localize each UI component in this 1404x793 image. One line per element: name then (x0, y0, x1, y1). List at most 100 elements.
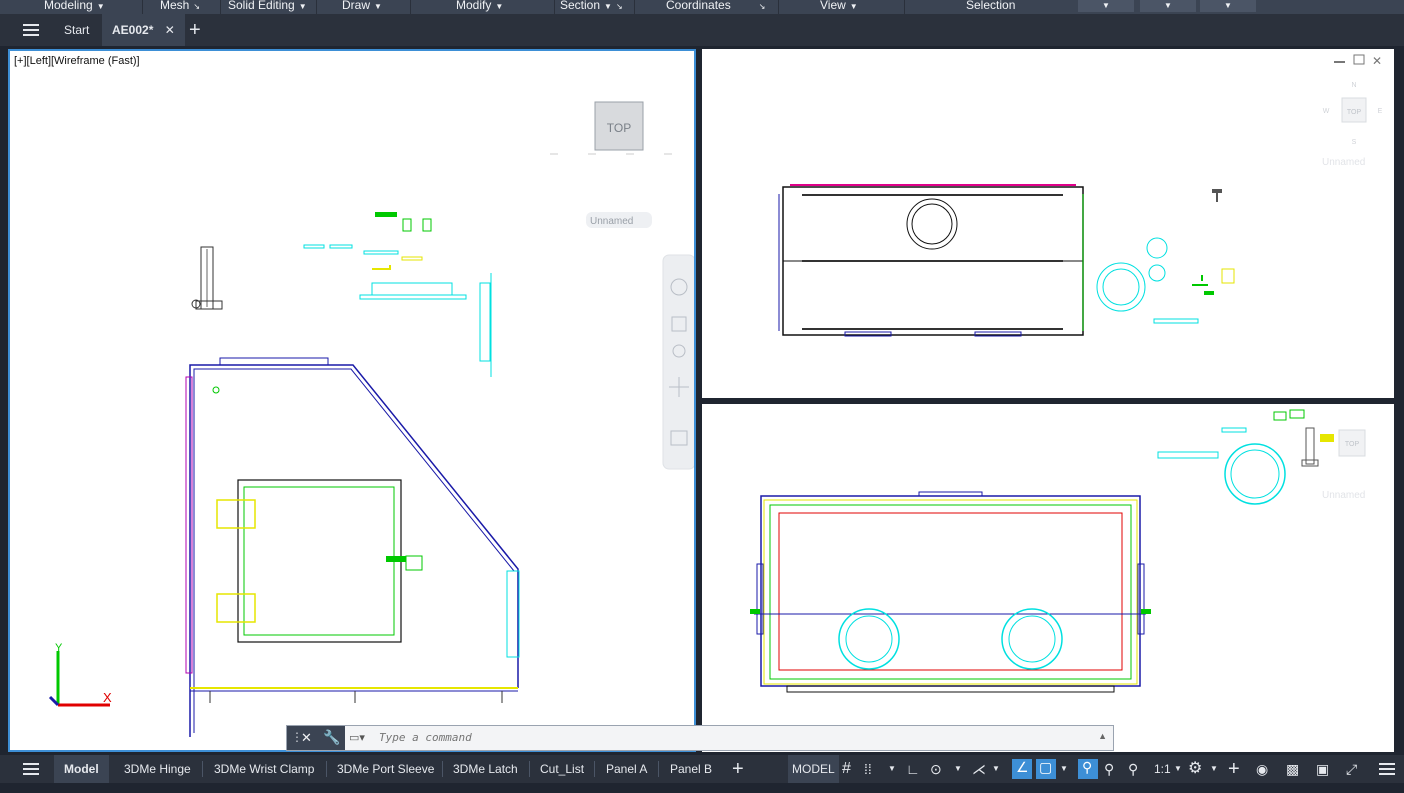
ribbon-label: View (820, 0, 846, 12)
customization-menu-icon[interactable] (1378, 755, 1396, 783)
annotation-visibility-icon[interactable]: ⚲ (1078, 759, 1098, 779)
divider (594, 761, 595, 777)
viewport-left[interactable]: [+][Left][Wireframe (Fast)] TOP Unnamed (8, 49, 696, 752)
ribbon-coordinates[interactable]: Coordinates ↘ (666, 0, 765, 14)
command-line: ⋮ ✕ 🔧 ▭▾ ▲ (286, 725, 1114, 751)
ribbon-mesh[interactable]: Mesh ↘ (160, 0, 200, 14)
menu-icon[interactable] (22, 14, 40, 46)
layout-tab[interactable]: 3DMe Latch (453, 755, 518, 783)
isolate-objects-icon[interactable]: ◉ (1256, 755, 1268, 783)
snap-icon[interactable]: ⁞⁞ (864, 755, 872, 783)
caret-down-icon: ▼ (96, 2, 105, 11)
viewcube-face-label: TOP (1347, 109, 1362, 116)
ribbon-modeling[interactable]: Modeling ▼ (44, 0, 105, 14)
caret-down-icon[interactable]: ▼ (992, 755, 1000, 783)
add-layout-icon[interactable]: + (732, 755, 744, 783)
ribbon-panel-bar: Modeling ▼ Mesh ↘ Solid Editing ▼ Draw ▼ Mod… (0, 0, 1404, 14)
ribbon-label: Mesh (160, 0, 190, 12)
divider (316, 0, 317, 14)
annotation-scale-icon[interactable]: ⚲ (1128, 755, 1138, 783)
viewcube[interactable]: TOP (594, 101, 644, 151)
layout-menu-icon[interactable] (22, 755, 40, 783)
close-icon[interactable]: ✕ (1372, 54, 1382, 68)
polar-icon[interactable]: ⊙ (930, 755, 942, 783)
fullscreen-icon[interactable]: ⤢ (1346, 755, 1357, 783)
ribbon-selection[interactable]: Selection (966, 0, 1015, 14)
grid-icon[interactable]: # (842, 755, 851, 783)
minimize-icon[interactable] (1334, 61, 1345, 63)
close-icon[interactable]: ✕ (165, 23, 175, 37)
ribbon-dropdown-2[interactable]: ▼ (1140, 0, 1196, 12)
wrench-icon[interactable]: 🔧 (323, 729, 340, 746)
caret-down-icon[interactable]: ▼ (1174, 755, 1182, 783)
annotation-scale-value[interactable]: 1:1 (1154, 755, 1171, 783)
plus-icon[interactable]: + (189, 14, 201, 46)
divider (326, 761, 327, 777)
file-tab-bar: Start AE002* ✕ + (0, 14, 1404, 46)
ortho-icon[interactable]: ∟ (906, 755, 920, 783)
caret-down-icon[interactable]: ▼ (954, 755, 962, 783)
ribbon-dropdown-3[interactable]: ▼ (1200, 0, 1256, 12)
ucs-icon: Y X (48, 642, 112, 707)
caret-down-icon[interactable]: ▼ (888, 755, 896, 783)
layout-tab[interactable]: Cut_List (540, 755, 584, 783)
ucs-name: Unnamed (1322, 157, 1365, 168)
ribbon-label: Coordinates (666, 0, 731, 12)
layout-tab[interactable]: 3DMe Port Sleeve (337, 755, 434, 783)
layout-tab[interactable]: Panel A (606, 755, 647, 783)
divider (142, 0, 143, 14)
caret-down-icon: ▼ (1164, 1, 1172, 10)
restore-icon[interactable] (1353, 54, 1365, 65)
tab-drawing[interactable]: AE002* ✕ (102, 14, 185, 46)
viewcube[interactable]: TOP N S W E (1323, 82, 1383, 146)
viewcube[interactable]: TOP (1338, 429, 1366, 457)
layout-tab[interactable]: 3DMe Wrist Clamp (214, 755, 314, 783)
ribbon-modify[interactable]: Modify ▼ (456, 0, 503, 14)
ribbon-dropdown-1[interactable]: ▼ (1078, 0, 1134, 12)
ribbon-solid-editing[interactable]: Solid Editing ▼ (228, 0, 307, 14)
plus-icon[interactable]: + (1228, 755, 1240, 783)
object-snap-icon[interactable]: ▢ (1036, 759, 1056, 779)
divider (634, 0, 635, 14)
caret-down-icon: ▼ (495, 2, 504, 11)
auto-scale-icon[interactable]: ⚲ (1104, 755, 1114, 783)
layout-tab[interactable]: Panel B (670, 755, 712, 783)
caret-down-icon[interactable]: ▼ (1210, 755, 1218, 783)
isodraft-icon[interactable]: ⋌ (972, 755, 986, 783)
object-snap-tracking-icon[interactable]: ∠ (1012, 759, 1032, 779)
caret-up-icon[interactable]: ▲ (1098, 731, 1107, 741)
ribbon-label: Modeling (44, 0, 93, 12)
divider (658, 761, 659, 777)
ribbon-label: Selection (966, 0, 1016, 12)
ucs-name: Unnamed (1322, 490, 1365, 501)
ribbon-label: Section (560, 0, 601, 12)
viewport-bottom-right[interactable]: TOP Unnamed (702, 404, 1394, 752)
left-view-drawing: TOP Unnamed Y X (48, 101, 695, 737)
navigation-bar[interactable] (662, 254, 695, 470)
axis-x-label: X (103, 690, 112, 705)
gear-icon[interactable]: ⚙ (1188, 755, 1202, 783)
command-prompt-icon[interactable]: ▭▾ (349, 731, 365, 744)
compass-s: S (1352, 139, 1357, 146)
ribbon-section[interactable]: Section ▼ ↘ (560, 0, 623, 14)
top-view-drawing: ✕ TOP N S W E Unnamed (778, 54, 1383, 337)
command-line-handle[interactable]: ⋮ ✕ 🔧 (287, 726, 345, 750)
viewport-top-right[interactable]: ✕ TOP N S W E Unnamed (702, 49, 1394, 398)
close-icon[interactable]: ✕ (301, 730, 312, 746)
caret-down-icon: ▼ (298, 2, 307, 11)
viewcube-face-label: TOP (1345, 441, 1360, 448)
caret-down-icon[interactable]: ▼ (1060, 755, 1068, 783)
divider (442, 761, 443, 777)
hardware-acceleration-icon[interactable]: ▩ (1286, 755, 1299, 783)
viewport-window-controls[interactable]: ✕ (1334, 54, 1382, 68)
tab-start[interactable]: Start (64, 14, 89, 46)
ribbon-view[interactable]: View ▼ (820, 0, 858, 14)
command-input[interactable] (379, 731, 979, 744)
model-space-button[interactable]: MODEL (788, 755, 839, 783)
layout-tab[interactable]: 3DMe Hinge (124, 755, 191, 783)
launcher-icon: ↘ (615, 2, 623, 11)
clean-screen-icon[interactable]: ▣ (1316, 755, 1329, 783)
layout-tab-model[interactable]: Model (54, 755, 109, 783)
ribbon-draw[interactable]: Draw ▼ (342, 0, 382, 14)
divider (202, 761, 203, 777)
